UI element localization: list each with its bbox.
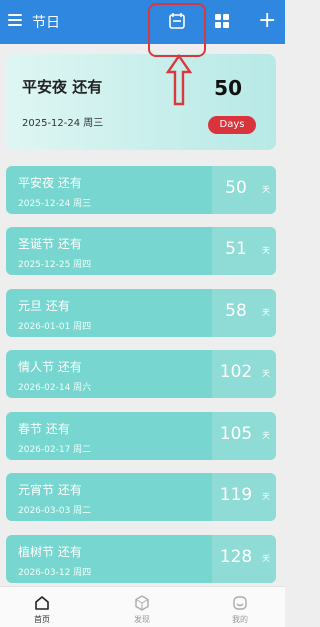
days-unit: 天 [262,246,270,255]
home-icon [35,596,49,610]
card-title: 春节 还有 [18,422,70,436]
countdown-card[interactable]: 元宵节 还有 2026-03-03 周二 119 天 [6,473,276,521]
countdown-card[interactable]: 情人节 还有 2026-02-14 周六 102 天 [6,350,276,398]
top-app-bar: 节日 + [0,0,285,44]
card-title: 圣诞节 还有 [18,237,82,251]
profile-icon [233,596,247,610]
days-count: 102 [219,362,253,382]
hero-title: 平安夜 还有 [22,78,103,96]
discover-icon [135,595,149,611]
hero-date: 2025-12-24 周三 [22,118,104,129]
countdown-card[interactable]: 元旦 还有 2026-01-01 周四 58 天 [6,289,276,337]
card-date: 2026-02-14 周六 [18,383,92,393]
card-count-panel: 119 天 [212,473,276,521]
bottom-navigation: 首页 发现 我的 [0,586,285,627]
countdown-card[interactable]: 圣诞节 还有 2025-12-25 周四 51 天 [6,227,276,275]
tab-discover[interactable]: 发现 [122,595,162,625]
days-unit: 天 [262,185,270,194]
card-date: 2025-12-24 周三 [18,199,92,209]
card-count-panel: 128 天 [212,535,276,583]
days-unit: 天 [262,492,270,501]
days-count: 50 [225,178,247,198]
days-badge: Days [208,116,256,134]
tab-label: 发现 [134,615,150,624]
featured-countdown-card[interactable]: 平安夜 还有 2025-12-24 周三 50 Days [6,54,276,150]
tab-label: 我的 [232,615,248,624]
card-date: 2026-02-17 周二 [18,445,92,455]
days-unit: 天 [262,554,270,563]
days-unit: 天 [262,369,270,378]
annotation-arrow-icon [166,54,192,106]
days-unit: 天 [262,308,270,317]
card-title: 元宵节 还有 [18,483,82,497]
days-count: 128 [219,547,253,567]
card-date: 2026-03-12 周四 [18,568,92,578]
card-count-panel: 50 天 [212,166,276,214]
annotation-highlight-box [148,3,206,57]
countdown-card[interactable]: 春节 还有 2026-02-17 周二 105 天 [6,412,276,460]
card-date: 2026-01-01 周四 [18,322,92,332]
card-count-panel: 51 天 [212,227,276,275]
tab-profile[interactable]: 我的 [220,595,260,625]
grid-icon[interactable] [214,13,230,29]
days-count: 105 [219,424,253,444]
countdown-card[interactable]: 植树节 还有 2026-03-12 周四 128 天 [6,535,276,583]
days-count: 51 [225,239,247,259]
card-date: 2026-03-03 周二 [18,506,92,516]
card-count-panel: 58 天 [212,289,276,337]
card-title: 情人节 还有 [18,360,82,374]
menu-icon[interactable] [8,14,22,26]
card-date: 2025-12-25 周四 [18,260,92,270]
days-count: 58 [225,301,247,321]
card-count-panel: 105 天 [212,412,276,460]
days-count: 119 [219,485,253,505]
page-title: 节日 [32,15,60,31]
card-count-panel: 102 天 [212,350,276,398]
tab-home[interactable]: 首页 [22,595,62,625]
days-unit: 天 [262,431,270,440]
card-title: 植树节 还有 [18,545,82,559]
plus-icon[interactable]: + [258,10,276,32]
hero-days-count: 50 [214,76,242,100]
card-title: 平安夜 还有 [18,176,82,190]
card-title: 元旦 还有 [18,299,70,313]
tab-label: 首页 [34,615,50,624]
countdown-card[interactable]: 平安夜 还有 2025-12-24 周三 50 天 [6,166,276,214]
